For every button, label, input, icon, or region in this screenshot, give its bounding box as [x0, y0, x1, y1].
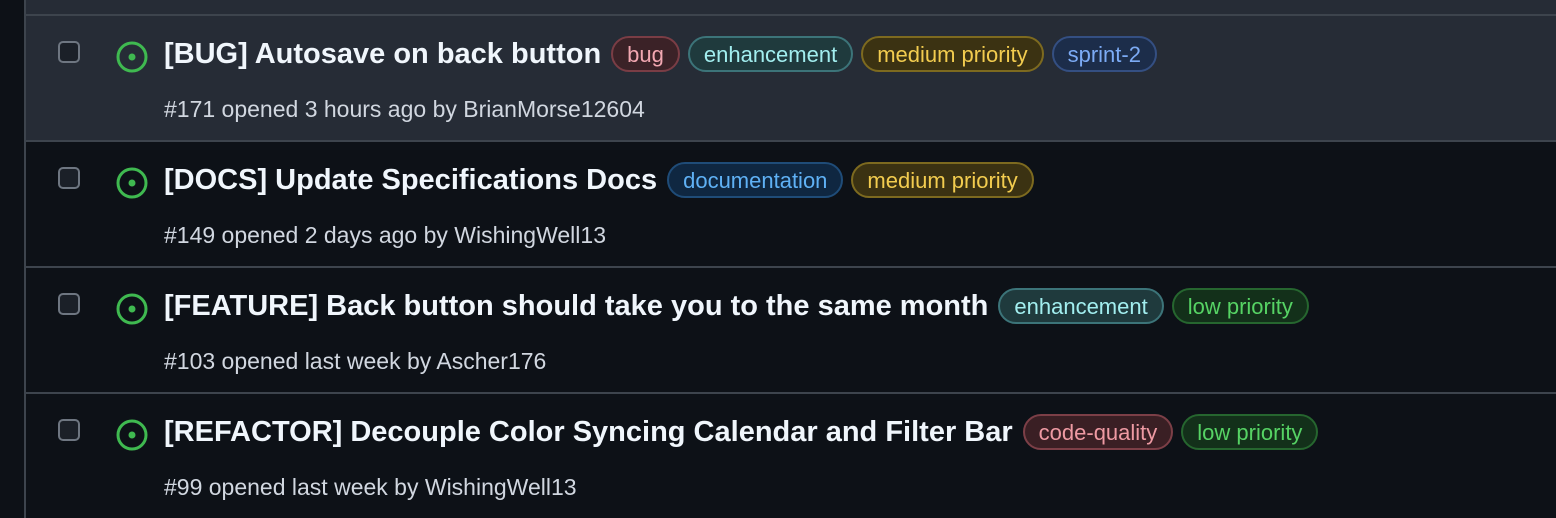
- issue-title-line: [BUG] Autosave on back button bug enhanc…: [164, 36, 1157, 72]
- issue-author-link[interactable]: BrianMorse12604: [463, 96, 645, 122]
- issue-author-link[interactable]: WishingWell13: [454, 222, 606, 248]
- issue-title-line: [REFACTOR] Decouple Color Syncing Calend…: [164, 414, 1319, 450]
- select-issue-checkbox[interactable]: [58, 293, 80, 315]
- issue-title-line: [DOCS] Update Specifications Docs docume…: [164, 162, 1034, 198]
- label-code-quality[interactable]: code-quality: [1022, 414, 1174, 450]
- select-issue-checkbox[interactable]: [58, 41, 80, 63]
- label-low-priority[interactable]: low priority: [1171, 288, 1309, 324]
- issue-meta-text: #99 opened last week by: [164, 474, 425, 500]
- issue-meta-text: #149 opened 2 days ago by: [164, 222, 455, 248]
- label-medium-priority[interactable]: medium priority: [851, 162, 1034, 198]
- issue-row[interactable]: [DOCS] Update Specifications Docs docume…: [26, 142, 1556, 268]
- issues-page: [BUG] Autosave on back button bug enhanc…: [0, 0, 1556, 518]
- issue-row[interactable]: [BUG] Autosave on back button bug enhanc…: [26, 16, 1556, 142]
- issue-meta: #171 opened 3 hours ago by BrianMorse126…: [164, 96, 645, 123]
- issue-opened-icon: [116, 419, 148, 451]
- issue-title-link[interactable]: [REFACTOR] Decouple Color Syncing Calend…: [164, 416, 1013, 449]
- left-gutter: [0, 0, 24, 518]
- issue-title-link[interactable]: [DOCS] Update Specifications Docs: [164, 164, 657, 197]
- issue-opened-icon: [116, 293, 148, 325]
- issue-meta: #99 opened last week by WishingWell13: [164, 474, 577, 501]
- issue-author-link[interactable]: Ascher176: [436, 348, 546, 374]
- label-enhancement[interactable]: enhancement: [687, 36, 854, 72]
- issue-meta-text: #103 opened last week by: [164, 348, 437, 374]
- previous-row-edge: [26, 0, 1556, 16]
- label-sprint-2[interactable]: sprint-2: [1051, 36, 1157, 72]
- issue-opened-icon: [116, 167, 148, 199]
- issue-list: [BUG] Autosave on back button bug enhanc…: [24, 0, 1556, 518]
- issue-opened-icon: [116, 41, 148, 73]
- issue-meta-text: #171 opened 3 hours ago by: [164, 96, 464, 122]
- label-medium-priority[interactable]: medium priority: [861, 36, 1044, 72]
- label-enhancement[interactable]: enhancement: [998, 288, 1164, 324]
- issue-author-link[interactable]: WishingWell13: [425, 474, 577, 500]
- issue-row[interactable]: [FEATURE] Back button should take you to…: [26, 268, 1556, 394]
- issue-meta: #149 opened 2 days ago by WishingWell13: [164, 222, 606, 249]
- issue-row[interactable]: [REFACTOR] Decouple Color Syncing Calend…: [26, 394, 1556, 518]
- issue-meta: #103 opened last week by Ascher176: [164, 348, 546, 375]
- label-low-priority[interactable]: low priority: [1181, 414, 1319, 450]
- label-documentation[interactable]: documentation: [667, 162, 844, 198]
- issue-title-link[interactable]: [BUG] Autosave on back button: [164, 38, 601, 71]
- issue-title-line: [FEATURE] Back button should take you to…: [164, 288, 1309, 324]
- select-issue-checkbox[interactable]: [58, 419, 80, 441]
- issue-title-link[interactable]: [FEATURE] Back button should take you to…: [164, 290, 988, 323]
- select-issue-checkbox[interactable]: [58, 167, 80, 189]
- label-bug[interactable]: bug: [611, 36, 680, 72]
